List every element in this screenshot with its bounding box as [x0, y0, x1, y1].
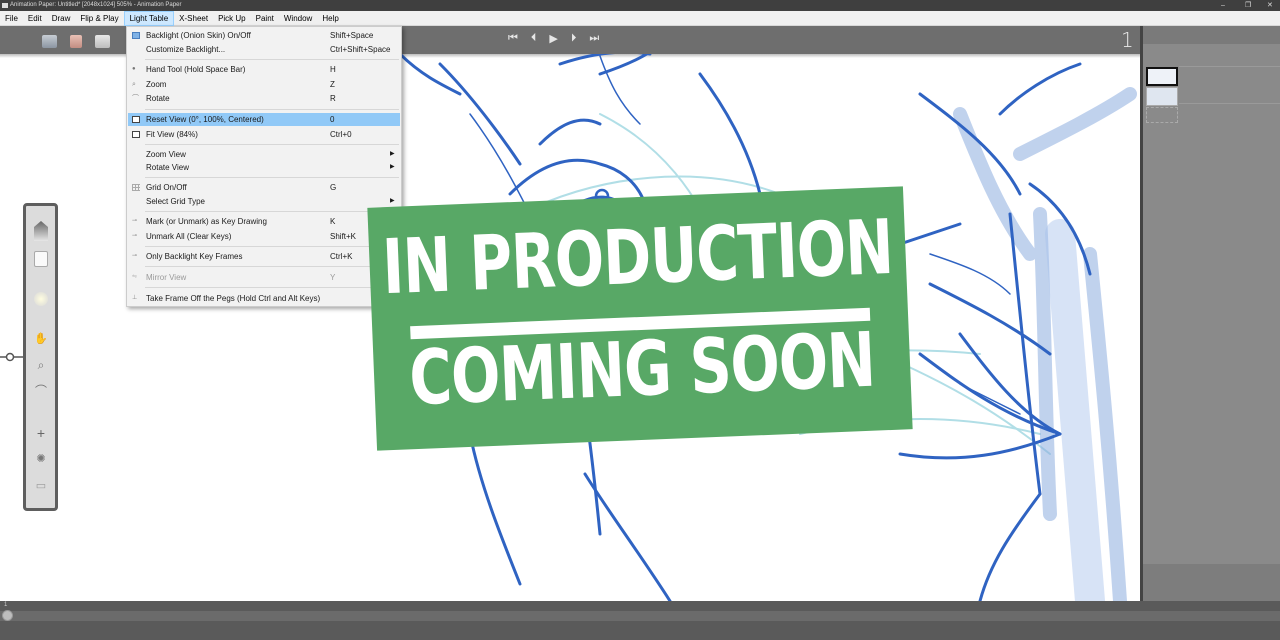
menu-draw[interactable]: Draw [47, 11, 76, 26]
x-sheet-cell-2[interactable] [1146, 87, 1178, 106]
banner-line-1: IN PRODUCTION [380, 202, 895, 312]
submenu-arrow-icon: ▶ [390, 164, 395, 170]
app-icon [2, 3, 8, 8]
x-sheet-empty-cell[interactable] [1146, 107, 1178, 123]
unmark-icon: ⊸ [132, 233, 138, 239]
menuitem-hand-tool[interactable]: ● Hand Tool (Hold Space Bar) H [128, 63, 400, 76]
tool-palette: ✋ ⌕ ⌒ + ✺ ▭ [23, 203, 58, 511]
in-production-banner: IN PRODUCTION COMING SOON [367, 186, 913, 451]
delete-frame-icon[interactable]: ▭ [34, 479, 48, 493]
add-frame-icon[interactable]: + [34, 426, 48, 440]
zoom-icon: ⌕ [132, 81, 136, 88]
x-sheet-header [1143, 26, 1280, 44]
menuitem-backlight[interactable]: Backlight (Onion Skin) On/Off Shift+Spac… [128, 29, 400, 42]
pegs-icon: ⊥ [132, 295, 138, 301]
menu-bar: File Edit Draw Flip & Play Light Table X… [0, 10, 1280, 26]
menuitem-mirror-view: ⇋ Mirror View Y [132, 273, 336, 282]
light-table-menu: Backlight (Onion Skin) On/Off Shift+Spac… [126, 26, 402, 307]
palette-handle-icon[interactable] [0, 352, 23, 362]
last-frame-button[interactable]: ⏭ [589, 32, 599, 45]
animation-paper-window: Animation Paper: Untitled* [2048x1024] 5… [0, 0, 1280, 640]
menuitem-zoom[interactable]: ⌕ Zoom Z [128, 78, 400, 91]
menu-x-sheet[interactable]: X-Sheet [174, 11, 213, 26]
key-backlight-icon: ⊸ [132, 253, 138, 259]
menu-help[interactable]: Help [317, 11, 343, 26]
timeline-bar: 1 [0, 601, 1280, 640]
hand-icon: ● [132, 66, 136, 72]
hand-tool-icon[interactable]: ✋ [34, 332, 48, 346]
menu-separator [145, 246, 399, 247]
rotate-tool-icon[interactable]: ⌒ [34, 384, 48, 398]
menuitem-mark-key[interactable]: ⊸ Mark (or Unmark) as Key Drawing K [128, 215, 400, 228]
menu-edit[interactable]: Edit [23, 11, 47, 26]
playback-controls: ⏮ ⏴ ▶ ⏵ ⏭ [508, 32, 599, 45]
menu-paint[interactable]: Paint [251, 11, 279, 26]
menuitem-grid[interactable]: Grid On/Off G [128, 181, 400, 194]
backlight-icon [132, 32, 140, 39]
rotate-icon: ⌒ [132, 95, 139, 102]
menuitem-select-grid-type[interactable]: Select Grid Type ▶ [128, 195, 400, 208]
menu-flip-play[interactable]: Flip & Play [75, 11, 123, 26]
menuitem-only-backlight-keys[interactable]: ⊸ Only Backlight Key Frames Ctrl+K [128, 250, 400, 263]
menuitem-fit-view[interactable]: Fit View (84%) Ctrl+0 [128, 128, 400, 141]
eraser-blue-icon[interactable] [42, 35, 57, 48]
menu-separator [145, 266, 399, 267]
close-button[interactable]: ✕ [1267, 0, 1273, 11]
menu-separator [145, 287, 399, 288]
menuitem-rotate-view[interactable]: Rotate View ▶ [128, 161, 400, 174]
mirror-icon: ⇋ [132, 274, 138, 280]
eraser-pink-icon[interactable] [70, 35, 82, 48]
menuitem-unmark-all[interactable]: ⊸ Unmark All (Clear Keys) Shift+K [128, 230, 400, 243]
menuitem-take-frame-off-pegs[interactable]: ⊥ Take Frame Off the Pegs (Hold Ctrl and… [128, 292, 400, 305]
menu-separator [145, 109, 399, 110]
first-frame-button[interactable]: ⏮ [508, 32, 518, 45]
pencil-tool-icon[interactable] [34, 221, 48, 241]
menuitem-reset-view[interactable]: Reset View (0°, 100%, Centered) 0 [128, 113, 400, 126]
settings-icon[interactable]: ✺ [34, 452, 48, 466]
grid-icon [132, 184, 140, 191]
menu-separator [145, 144, 399, 145]
previous-frame-button[interactable]: ⏴ [531, 32, 537, 45]
menu-window[interactable]: Window [279, 11, 317, 26]
menu-separator [145, 211, 399, 212]
timeline-track[interactable] [0, 611, 1280, 621]
x-sheet-cell-1[interactable] [1146, 67, 1178, 86]
submenu-arrow-icon: ▶ [390, 151, 395, 157]
menuitem-rotate[interactable]: ⌒ Rotate R [128, 92, 400, 105]
menu-pick-up[interactable]: Pick Up [213, 11, 251, 26]
eraser-white-icon[interactable] [95, 35, 110, 48]
title-bar: Animation Paper: Untitled* [2048x1024] 5… [0, 0, 1280, 11]
window-title: Animation Paper: Untitled* [2048x1024] 5… [10, 2, 182, 8]
zoom-tool-icon[interactable]: ⌕ [34, 358, 48, 372]
x-sheet-footer [1143, 564, 1280, 601]
menu-light-table[interactable]: Light Table [123, 10, 175, 26]
backlight-tool-icon[interactable] [34, 292, 48, 306]
timeline-playhead[interactable] [2, 610, 13, 621]
menu-separator [145, 59, 399, 60]
current-frame-number: 1 [1121, 28, 1134, 52]
reset-view-icon [132, 116, 140, 123]
fit-view-icon [132, 131, 140, 138]
menu-separator [145, 177, 399, 178]
timeline-frame-label: 1 [4, 602, 8, 608]
next-frame-button[interactable]: ⏵ [571, 32, 577, 45]
key-mark-icon: ⊸ [132, 218, 138, 224]
restore-button[interactable]: ❐ [1245, 0, 1251, 11]
x-sheet-grid [1179, 66, 1280, 104]
menu-file[interactable]: File [0, 11, 23, 26]
x-sheet-panel [1140, 26, 1280, 601]
minimize-button[interactable]: – [1221, 0, 1225, 11]
eraser-tool-icon[interactable] [34, 251, 48, 267]
menuitem-zoom-view[interactable]: Zoom View ▶ [128, 148, 400, 161]
play-button[interactable]: ▶ [549, 32, 557, 45]
menuitem-customize-backlight[interactable]: Customize Backlight... Ctrl+Shift+Space [128, 43, 400, 56]
